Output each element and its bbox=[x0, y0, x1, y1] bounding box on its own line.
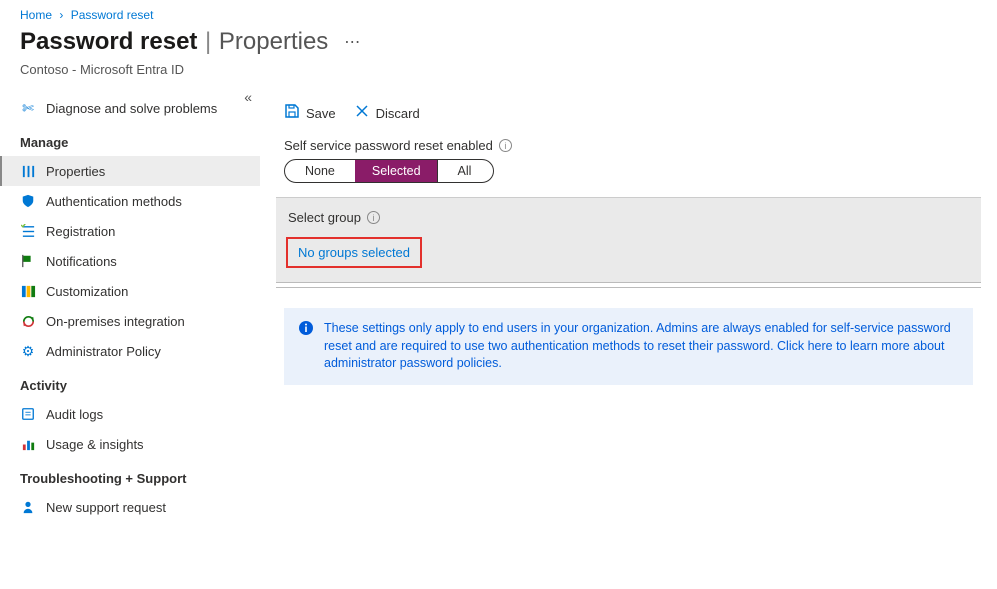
collapse-sidebar-button[interactable]: « bbox=[244, 89, 252, 105]
sidebar-item-usage-insights[interactable]: Usage & insights bbox=[0, 429, 260, 459]
page-section: Properties bbox=[219, 28, 328, 55]
sidebar-item-label: New support request bbox=[46, 500, 166, 515]
shield-icon bbox=[20, 193, 36, 209]
gear-icon: ⚙ bbox=[20, 343, 36, 359]
palette-icon bbox=[20, 283, 36, 299]
divider bbox=[276, 287, 981, 288]
chart-icon bbox=[20, 436, 36, 452]
flag-icon bbox=[20, 253, 36, 269]
sidebar-item-label: On-premises integration bbox=[46, 314, 185, 329]
sidebar-item-label: Diagnose and solve problems bbox=[46, 101, 217, 116]
info-banner-text[interactable]: These settings only apply to end users i… bbox=[324, 320, 959, 373]
sidebar-item-label: Customization bbox=[46, 284, 128, 299]
sidebar-item-label: Usage & insights bbox=[46, 437, 144, 452]
no-groups-selected-link[interactable]: No groups selected bbox=[298, 245, 410, 260]
tenant-subtitle: Contoso - Microsoft Entra ID bbox=[0, 62, 997, 89]
sidebar-item-audit-logs[interactable]: Audit logs bbox=[0, 399, 260, 429]
sidebar-item-label: Authentication methods bbox=[46, 194, 182, 209]
info-banner: These settings only apply to end users i… bbox=[284, 308, 973, 385]
wrench-icon: ✄ bbox=[20, 100, 36, 116]
save-button[interactable]: Save bbox=[284, 103, 336, 124]
chevron-right-icon: › bbox=[59, 8, 63, 22]
sspr-option-all[interactable]: All bbox=[437, 160, 494, 182]
sidebar-item-label: Audit logs bbox=[46, 407, 103, 422]
breadcrumb: Home › Password reset bbox=[0, 0, 997, 26]
sidebar-item-diagnose[interactable]: ✄ Diagnose and solve problems bbox=[0, 93, 260, 123]
sspr-enabled-label: Self service password reset enabled i bbox=[276, 136, 981, 159]
discard-button[interactable]: Discard bbox=[354, 103, 420, 124]
sidebar-item-registration[interactable]: Registration bbox=[0, 216, 260, 246]
info-icon[interactable]: i bbox=[367, 211, 380, 224]
sidebar-item-label: Notifications bbox=[46, 254, 117, 269]
section-manage: Manage bbox=[0, 123, 260, 156]
sidebar-item-onprem[interactable]: On-premises integration bbox=[0, 306, 260, 336]
section-troubleshoot: Troubleshooting + Support bbox=[0, 459, 260, 492]
sidebar-item-label: Administrator Policy bbox=[46, 344, 161, 359]
sspr-option-none[interactable]: None bbox=[285, 160, 355, 182]
sspr-enabled-segmented: None Selected All bbox=[284, 159, 494, 183]
support-icon bbox=[20, 499, 36, 515]
close-icon bbox=[354, 103, 370, 124]
more-actions-button[interactable]: ⋯ bbox=[340, 32, 364, 52]
section-activity: Activity bbox=[0, 366, 260, 399]
sidebar-item-admin-policy[interactable]: ⚙ Administrator Policy bbox=[0, 336, 260, 366]
select-group-section: Select group i No groups selected bbox=[276, 197, 981, 283]
sidebar-item-properties[interactable]: Properties bbox=[0, 156, 260, 186]
sidebar-item-auth-methods[interactable]: Authentication methods bbox=[0, 186, 260, 216]
info-icon bbox=[298, 320, 314, 373]
sync-icon bbox=[20, 313, 36, 329]
sidebar-item-notifications[interactable]: Notifications bbox=[0, 246, 260, 276]
breadcrumb-home[interactable]: Home bbox=[20, 8, 52, 22]
sidebar-item-support[interactable]: New support request bbox=[0, 492, 260, 522]
sidebar-item-label: Properties bbox=[46, 164, 105, 179]
sliders-icon bbox=[20, 163, 36, 179]
sspr-option-selected[interactable]: Selected bbox=[355, 160, 437, 182]
save-icon bbox=[284, 103, 300, 124]
sidebar-item-customization[interactable]: Customization bbox=[0, 276, 260, 306]
toolbar: Save Discard bbox=[276, 101, 981, 136]
save-label: Save bbox=[306, 106, 336, 121]
main-content: Save Discard Self service password reset… bbox=[260, 89, 997, 542]
page-header: Password reset | Properties ⋯ bbox=[0, 26, 997, 62]
select-group-label: Select group i bbox=[286, 208, 971, 231]
checklist-icon bbox=[20, 223, 36, 239]
discard-label: Discard bbox=[376, 106, 420, 121]
page-title: Password reset bbox=[20, 28, 197, 55]
info-icon[interactable]: i bbox=[499, 139, 512, 152]
breadcrumb-current[interactable]: Password reset bbox=[71, 8, 154, 22]
sidebar-item-label: Registration bbox=[46, 224, 115, 239]
log-icon bbox=[20, 406, 36, 422]
sidebar: « ✄ Diagnose and solve problems Manage P… bbox=[0, 89, 260, 542]
